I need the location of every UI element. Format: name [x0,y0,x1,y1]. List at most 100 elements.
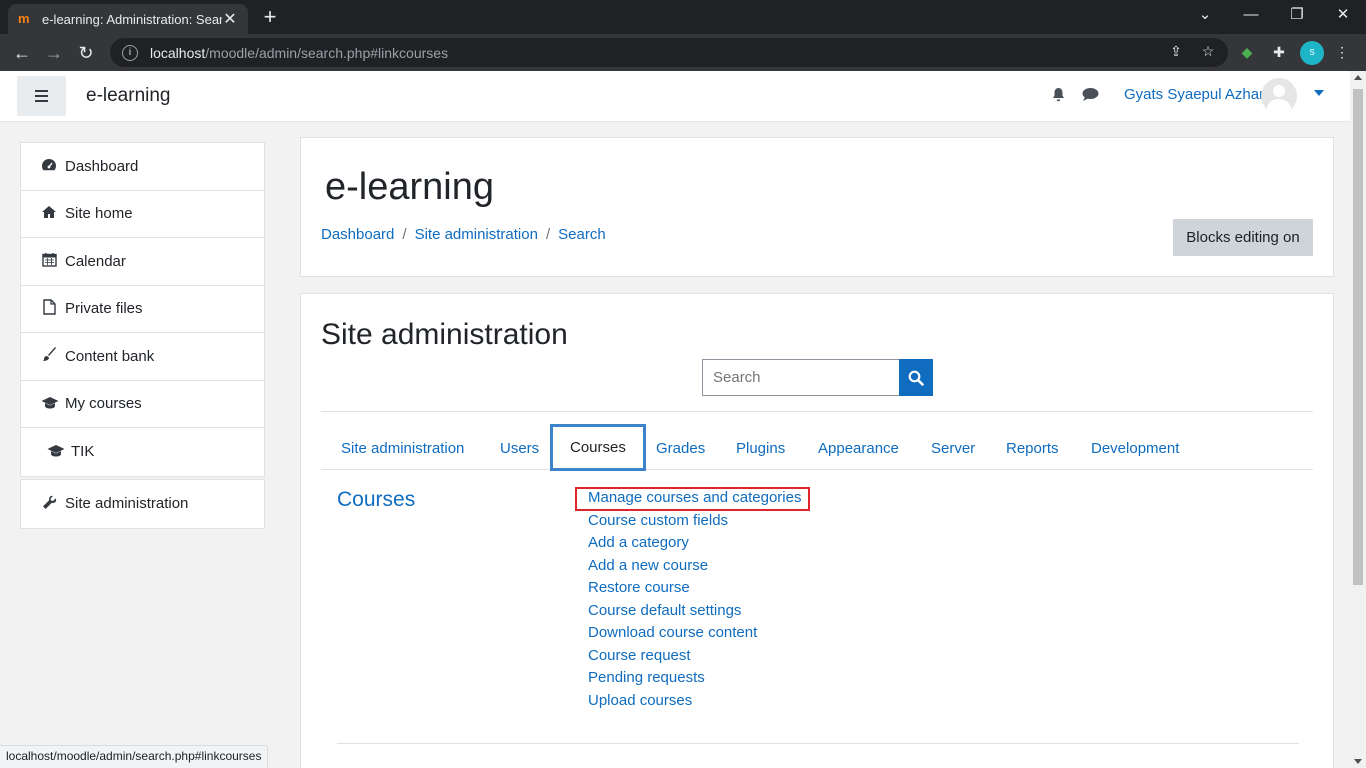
divider [321,411,1313,412]
link-add-a-category[interactable]: Add a category [588,533,801,556]
sidebar-item-my-courses[interactable]: My courses [21,381,264,428]
browser-status-bar: localhost/moodle/admin/search.php#linkco… [0,745,269,768]
tab-grades[interactable]: Grades [656,425,705,470]
url-host: localhost [150,44,206,61]
tab-courses[interactable]: Courses [550,424,646,471]
reload-button[interactable]: ↻ [73,40,99,66]
nav-list: Dashboard Site home Calendar Private fil… [20,142,265,477]
tab-development[interactable]: Development [1091,425,1179,470]
user-menu-name[interactable]: Gyats Syaepul Azhar [1124,86,1264,103]
graduation-cap-icon [47,444,65,460]
sidebar-item-content-bank[interactable]: Content bank [21,333,264,381]
tab-reports[interactable]: Reports [1006,425,1059,470]
link-pending-requests[interactable]: Pending requests [588,668,801,691]
tab-search-chevron-icon[interactable]: ⌄ [1182,4,1228,28]
sidebar-item-tik[interactable]: TIK [21,428,264,476]
moodle-favicon-icon: m [18,11,30,26]
breadcrumb-separator: / [402,226,407,243]
back-button[interactable]: ← [9,40,35,66]
scrollbar-thumb[interactable] [1353,89,1363,585]
tab-plugins[interactable]: Plugins [736,425,785,470]
admin-main-card: Site administration Site administration … [300,293,1334,768]
tab-users[interactable]: Users [500,425,539,470]
page-scrollbar[interactable] [1350,71,1366,768]
address-bar[interactable]: i localhost/moodle/admin/search.php#link… [110,38,1228,67]
sidebar-item-label: Site administration [65,495,189,513]
browser-menu-icon[interactable]: ⋮ [1332,42,1352,62]
link-download-course-content[interactable]: Download course content [588,623,801,646]
extensions-puzzle-icon[interactable]: ✚ [1269,42,1289,62]
url-path: /moodle/admin/search.php#linkcourses [205,44,449,61]
tab-appearance[interactable]: Appearance [818,425,899,470]
nav-drawer: Dashboard Site home Calendar Private fil… [0,122,285,768]
link-course-request[interactable]: Course request [588,646,801,669]
sidebar-item-label: Site home [65,205,133,223]
admin-nav-list: Site administration [20,479,265,529]
sidebar-item-label: Calendar [65,252,126,270]
drawer-toggle-button[interactable] [17,76,66,116]
extension-icon[interactable]: ◆ [1237,42,1257,62]
sidebar-item-private-files[interactable]: Private files [21,286,264,333]
section-heading: Site administration [321,318,568,351]
breadcrumb: Dashboard / Site administration / Search [321,226,606,243]
restore-button[interactable]: ❐ [1274,4,1320,28]
link-restore-course[interactable]: Restore course [588,578,801,601]
bookmark-star-icon[interactable]: ☆ [1197,40,1219,62]
graduation-cap-icon [41,396,59,412]
link-upload-courses[interactable]: Upload courses [588,691,801,714]
tab-title: e-learning: Administration: Search [42,11,222,27]
admin-search-button[interactable] [899,359,933,396]
divider [337,743,1299,744]
sidebar-item-dashboard[interactable]: Dashboard [21,143,264,191]
page-header-card: e-learning Dashboard / Site administration… [300,137,1334,277]
minimize-button[interactable]: — [1228,4,1274,28]
tab-server[interactable]: Server [931,425,975,470]
sidebar-item-site-home[interactable]: Site home [21,191,264,238]
highlight-box [575,487,810,511]
user-menu-caret-icon[interactable] [1314,90,1324,96]
blocks-editing-button[interactable]: Blocks editing on [1173,219,1313,256]
tab-site-administration[interactable]: Site administration [341,425,464,470]
link-course-default-settings[interactable]: Course default settings [588,601,801,624]
sidebar-item-label: Dashboard [65,157,139,175]
user-avatar[interactable] [1261,78,1297,114]
sidebar-item-label: My courses [65,395,142,413]
sidebar-item-label: Content bank [65,347,155,365]
profile-avatar[interactable]: S [1300,41,1324,65]
close-window-button[interactable]: ✕ [1320,4,1366,28]
breadcrumb-dashboard[interactable]: Dashboard [321,226,394,243]
calendar-icon [41,252,57,270]
forward-button[interactable]: → [41,40,67,66]
browser-tab[interactable]: m e-learning: Administration: Search ✕ [8,4,248,34]
site-navbar: e-learning Gyats Syaepul Azhar [0,71,1350,122]
messages-chat-icon[interactable] [1082,87,1099,106]
share-icon[interactable]: ⇪ [1165,40,1187,62]
breadcrumb-separator: / [545,226,551,243]
sidebar-item-label: Private files [65,300,143,318]
breadcrumb-search[interactable]: Search [558,226,606,243]
dashboard-icon [41,158,57,175]
page-title: e-learning [325,166,494,208]
courses-section-title[interactable]: Courses [337,488,415,512]
sidebar-item-label: TIK [71,443,95,461]
file-icon [41,299,57,318]
site-info-icon[interactable]: i [122,44,138,61]
courses-links: Manage courses and categories Course cus… [588,488,801,713]
new-tab-button[interactable]: + [258,6,282,30]
breadcrumb-site-administration[interactable]: Site administration [415,226,538,243]
close-tab-icon[interactable]: ✕ [222,9,238,29]
wrench-icon [41,495,57,513]
browser-tab-bar: m e-learning: Administration: Search ✕ +… [0,0,1366,34]
search-icon [899,370,933,386]
home-icon [41,205,57,222]
link-add-a-new-course[interactable]: Add a new course [588,556,801,579]
browser-toolbar: ← → ↻ i localhost/moodle/admin/search.ph… [0,34,1366,71]
admin-search-input[interactable] [702,359,900,396]
link-course-custom-fields[interactable]: Course custom fields [588,511,801,534]
sidebar-item-calendar[interactable]: Calendar [21,238,264,286]
paintbrush-icon [41,347,57,365]
site-brand[interactable]: e-learning [86,85,171,107]
admin-tabs: Site administration Users Courses Grades… [321,424,1313,471]
notifications-bell-icon[interactable] [1051,87,1066,107]
sidebar-item-site-administration[interactable]: Site administration [21,480,264,528]
